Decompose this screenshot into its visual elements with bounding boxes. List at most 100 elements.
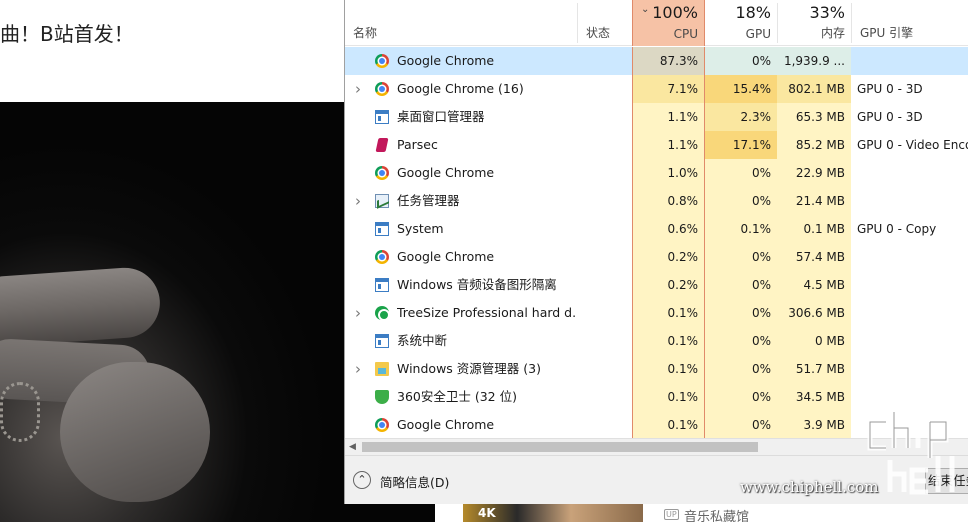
memory-cell: 306.6 MB	[777, 299, 851, 327]
process-name: Parsec	[397, 137, 438, 152]
process-name: Google Chrome	[397, 417, 495, 432]
gpu-engine-cell: GPU 0 - 3D	[857, 110, 923, 124]
treesize-icon	[375, 306, 390, 321]
process-row[interactable]: Windows 音频设备图形隔离 0.2% 0% 4.5 MB	[345, 271, 968, 299]
uploader-name[interactable]: 音乐私藏馆	[684, 506, 749, 522]
chrome-icon	[375, 250, 389, 264]
memory-cell: 51.7 MB	[777, 355, 851, 383]
expand-chevron-icon[interactable]: ›	[355, 299, 361, 327]
process-row[interactable]: › Google Chrome (16) 7.1% 15.4% 802.1 MB GPU …	[345, 75, 968, 103]
gpu-cell: 0%	[705, 411, 777, 439]
chrome-icon	[375, 82, 389, 96]
thumbnail-badge: 4K	[478, 506, 496, 520]
process-name: Google Chrome	[397, 53, 495, 68]
cpu-cell: 87.3%	[632, 47, 705, 75]
memory-cell: 57.4 MB	[777, 243, 851, 271]
process-name: Google Chrome	[397, 249, 495, 264]
process-row[interactable]: › Windows 资源管理器 (3) 0.1% 0% 51.7 MB	[345, 355, 968, 383]
gpu-cell: 0.1%	[705, 215, 777, 243]
gpu-cell: 0%	[705, 159, 777, 187]
video-frame-hand	[60, 362, 210, 502]
gpu-engine-cell	[851, 299, 968, 327]
watermark-text: www.chiphell.com	[740, 478, 879, 496]
process-row[interactable]: 360安全卫士 (32 位) 0.1% 0% 34.5 MB	[345, 383, 968, 411]
gpu-engine-cell	[851, 327, 968, 355]
memory-cell: 0.1 MB	[777, 215, 851, 243]
column-header-status[interactable]: 状态	[578, 0, 632, 46]
task-manager-icon	[375, 194, 389, 208]
cpu-cell: 0.1%	[632, 327, 705, 355]
cpu-cell: 0.1%	[632, 355, 705, 383]
cpu-cell: 0.8%	[632, 187, 705, 215]
gpu-engine-cell	[851, 47, 968, 75]
gpu-cell: 0%	[705, 327, 777, 355]
column-header-row: 名称 状态 ⌄ 100% CPU 18% GPU 33% 内存 GPU 引擎	[345, 0, 968, 46]
process-name: 360安全卫士 (32 位)	[397, 389, 517, 404]
process-row[interactable]: Parsec 1.1% 17.1% 85.2 MB GPU 0 - Video Enco	[345, 131, 968, 159]
cpu-cell: 0.1%	[632, 383, 705, 411]
gpu-cell: 15.4%	[705, 75, 777, 103]
memory-cell: 802.1 MB	[777, 75, 851, 103]
shield-icon	[375, 390, 389, 404]
gpu-engine-cell	[851, 271, 968, 299]
gpu-engine-cell	[851, 187, 968, 215]
process-name: Google Chrome (16)	[397, 81, 524, 96]
window-icon	[375, 278, 389, 292]
column-header-memory[interactable]: 33% 内存	[778, 0, 851, 46]
process-row[interactable]: 桌面窗口管理器 1.1% 2.3% 65.3 MB GPU 0 - 3D	[345, 103, 968, 131]
process-row[interactable]: System 0.6% 0.1% 0.1 MB GPU 0 - Copy	[345, 215, 968, 243]
gpu-cell: 0%	[705, 187, 777, 215]
process-name: Google Chrome	[397, 165, 495, 180]
process-row[interactable]: › TreeSize Professional hard d... 0.1% 0% 30…	[345, 299, 968, 327]
video-frame-finger	[0, 265, 163, 349]
cpu-cell: 0.1%	[632, 411, 705, 439]
process-row[interactable]: Google Chrome 87.3% 0% 1,939.9 ...	[345, 47, 968, 75]
chrome-icon	[375, 418, 389, 432]
gpu-cell: 17.1%	[705, 131, 777, 159]
process-name: 桌面窗口管理器	[397, 109, 485, 124]
process-name: TreeSize Professional hard d...	[397, 305, 577, 320]
process-row[interactable]: Google Chrome 1.0% 0% 22.9 MB	[345, 159, 968, 187]
column-header-cpu[interactable]: ⌄ 100% CPU	[632, 0, 705, 46]
cpu-cell: 1.0%	[632, 159, 705, 187]
cpu-cell: 0.2%	[632, 243, 705, 271]
process-name: Windows 音频设备图形隔离	[397, 277, 557, 292]
expand-chevron-icon[interactable]: ›	[355, 355, 361, 383]
gpu-cell: 0%	[705, 243, 777, 271]
window-icon	[375, 222, 389, 236]
gpu-cell: 0%	[705, 271, 777, 299]
column-header-gpu-engine[interactable]: GPU 引擎	[852, 0, 968, 46]
chrome-icon	[375, 166, 389, 180]
video-frame-ring	[0, 382, 40, 442]
expand-chevron-icon[interactable]: ›	[355, 75, 361, 103]
parsec-icon	[375, 138, 389, 152]
process-name: 任务管理器	[397, 193, 460, 208]
cpu-cell: 0.1%	[632, 299, 705, 327]
memory-cell: 85.2 MB	[777, 131, 851, 159]
process-name: 系统中断	[397, 333, 448, 348]
process-name: System	[397, 221, 444, 236]
chrome-icon	[375, 54, 389, 68]
gpu-engine-cell	[851, 243, 968, 271]
column-header-gpu[interactable]: 18% GPU	[705, 0, 777, 46]
background-page-title: 曲！B站首发！	[0, 22, 134, 46]
sort-descending-icon: ⌄	[641, 4, 650, 15]
cpu-cell: 0.2%	[632, 271, 705, 299]
chiphell-logo-watermark	[867, 412, 955, 495]
gpu-cell: 2.3%	[705, 103, 777, 131]
memory-cell: 4.5 MB	[777, 271, 851, 299]
scroll-left-arrow-icon[interactable]: ◀	[349, 439, 356, 456]
window-icon	[375, 334, 389, 348]
expand-chevron-icon[interactable]: ›	[355, 187, 361, 215]
fewer-details-link[interactable]: 简略信息(D)	[380, 472, 449, 491]
gpu-cell: 0%	[705, 383, 777, 411]
process-row[interactable]: 系统中断 0.1% 0% 0 MB	[345, 327, 968, 355]
fewer-details-icon[interactable]: ⌃	[353, 471, 371, 489]
process-row[interactable]: › 任务管理器 0.8% 0% 21.4 MB	[345, 187, 968, 215]
scrollbar-thumb[interactable]	[362, 442, 758, 452]
column-header-name[interactable]: 名称	[345, 0, 577, 46]
gpu-cell: 0%	[705, 355, 777, 383]
process-row[interactable]: Google Chrome 0.2% 0% 57.4 MB	[345, 243, 968, 271]
uploader-badge: UP	[664, 509, 679, 520]
memory-cell: 65.3 MB	[777, 103, 851, 131]
